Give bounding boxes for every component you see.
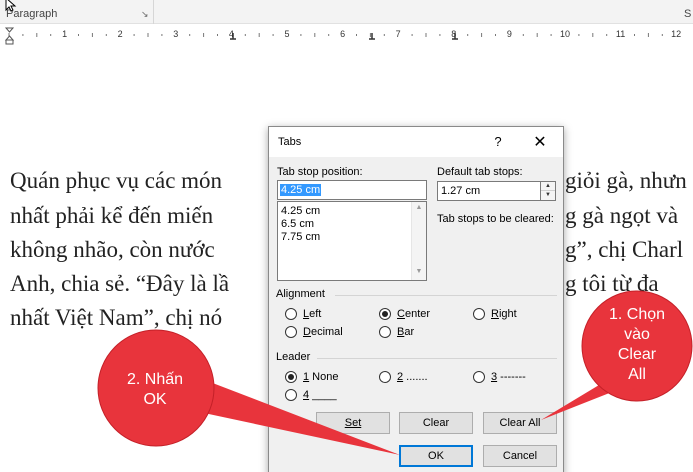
callout-1-line-4: All: [628, 366, 646, 383]
callout-1-text: 1. Chọn vào Clear All: [592, 305, 682, 385]
callout-2-line-2: OK: [143, 391, 167, 408]
callout-2-text: 2. Nhấn OK: [110, 370, 200, 410]
callout-1-line-1: 1. Chọn: [608, 306, 666, 323]
callout-2-pointer: [190, 382, 400, 455]
callout-2-line-1: 2. Nhấn: [126, 371, 184, 388]
callout-overlay: [97, 290, 693, 455]
callout-1-line-3: Clear: [617, 346, 657, 363]
callout-1-line-2: vào: [624, 326, 650, 343]
